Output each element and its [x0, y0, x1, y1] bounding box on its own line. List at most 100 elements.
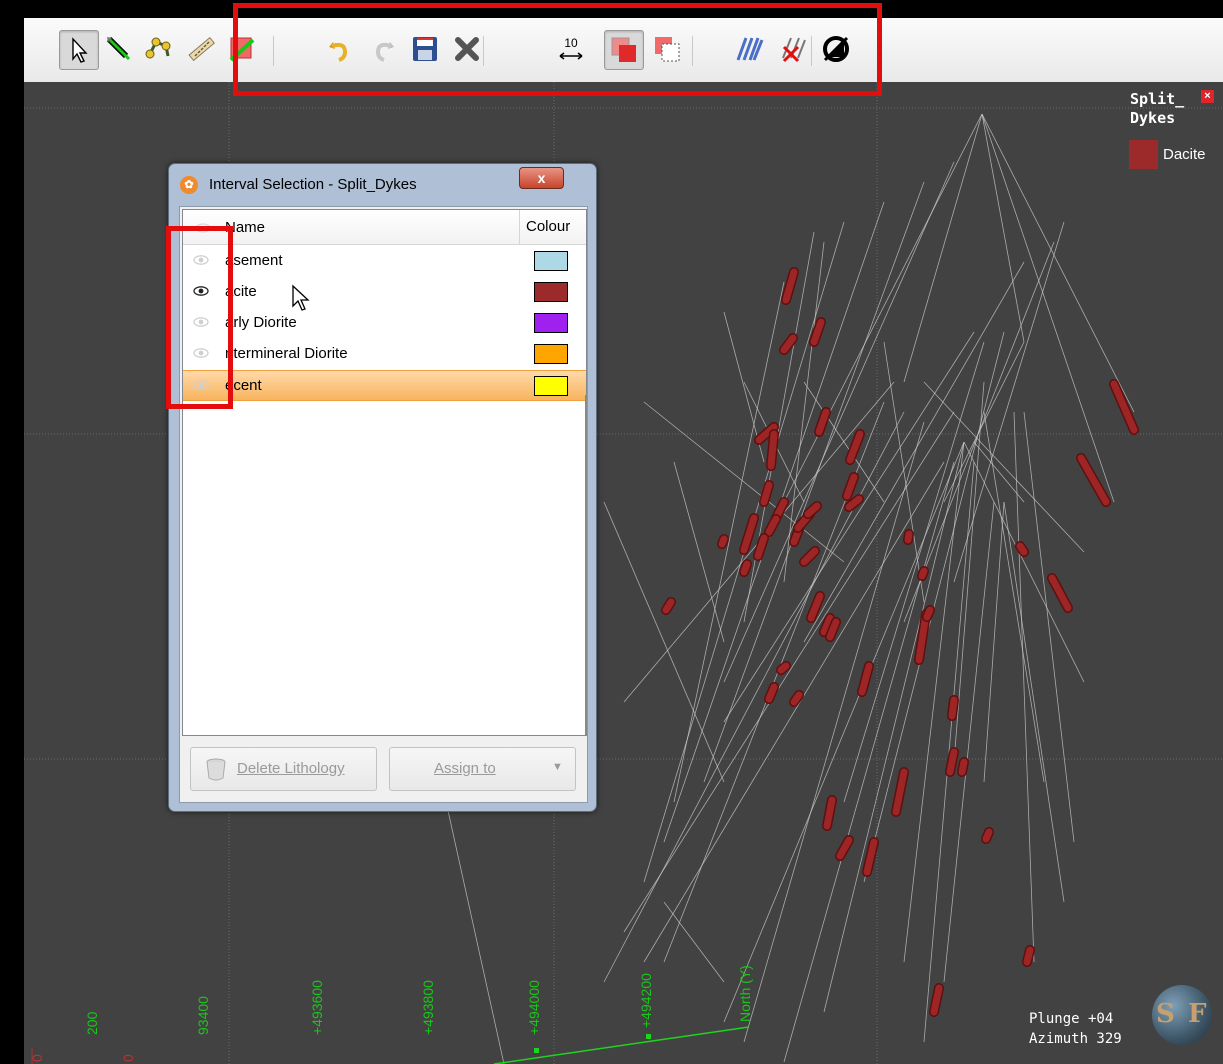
- dacite-interval: [923, 606, 934, 621]
- lithology-list[interactable]: Name Colour asement acite arly Diorite nter…: [182, 209, 587, 736]
- dacite-interval: [1016, 542, 1028, 556]
- dacite-interval: [765, 683, 778, 703]
- column-header-colour[interactable]: Colour: [519, 210, 570, 244]
- dacite-interval: [1110, 380, 1138, 434]
- drillhole-trace: [963, 441, 1085, 683]
- dacite-interval: [718, 535, 728, 548]
- dacite-interval: [948, 696, 958, 720]
- legend-close-icon[interactable]: ×: [1201, 90, 1214, 103]
- pencil-draw-button[interactable]: [100, 30, 138, 68]
- delete-lithology-label: Delete Lithology: [237, 760, 345, 777]
- drillhole-trace: [723, 161, 955, 683]
- drillhole-trace: [743, 421, 925, 1043]
- drillhole-trace: [673, 461, 725, 643]
- lithology-row[interactable]: ntermineral Diorite: [183, 339, 586, 370]
- drillhole-trace: [953, 221, 1065, 583]
- mouse-cursor-icon: [292, 284, 310, 311]
- drillhole-trace: [923, 381, 1085, 553]
- pencil-draw-icon: [106, 36, 131, 61]
- dacite-interval: [892, 768, 908, 816]
- list-header: Name Colour: [183, 210, 586, 245]
- drillhole-trace: [981, 113, 1025, 343]
- polyline-edit-button[interactable]: [140, 30, 178, 68]
- drillhole-trace: [983, 501, 1005, 783]
- lithology-colour-swatch[interactable]: [534, 251, 568, 271]
- lithology-row[interactable]: acite: [183, 277, 586, 308]
- lithology-colour-swatch[interactable]: [534, 344, 568, 364]
- navigation-globe-icon[interactable]: S F: [1152, 985, 1212, 1045]
- dacite-interval: [982, 828, 993, 843]
- lithology-name: arly Diorite: [225, 314, 297, 331]
- app-window: 10 Split_ Dykes × Dacite Plunge +04 Azim…: [2, 0, 1223, 1064]
- app-logo-icon: ✿: [180, 176, 198, 194]
- axis-tick-label: +494200: [638, 973, 654, 1028]
- axis-tick-marker: [534, 1048, 539, 1053]
- lithology-row[interactable]: ecent: [183, 370, 586, 401]
- dacite-interval: [1023, 946, 1034, 966]
- dacite-interval: [946, 748, 958, 776]
- highlight-toolbar-box: [233, 3, 882, 96]
- drillhole-trace: [843, 341, 985, 803]
- scrollbar[interactable]: [585, 395, 587, 735]
- legend-label: Dacite: [1163, 146, 1206, 163]
- globe-letter-f: F: [1188, 999, 1207, 1029]
- dacite-interval: [930, 984, 943, 1016]
- assign-to-dropdown[interactable]: Assign to ▼: [389, 747, 576, 791]
- dacite-interval: [904, 530, 913, 544]
- lithology-colour-swatch[interactable]: [534, 282, 568, 302]
- lithology-colour-swatch[interactable]: [534, 376, 568, 396]
- dacite-interval: [777, 662, 790, 674]
- drillhole-trace: [953, 381, 985, 763]
- legend-title: Split_ Dykes: [1130, 90, 1185, 127]
- trash-icon: [206, 758, 226, 781]
- lithology-colour-swatch[interactable]: [534, 313, 568, 333]
- highlight-visibility-box: [166, 226, 233, 409]
- select-arrow-button[interactable]: [59, 30, 99, 70]
- delete-lithology-button[interactable]: Delete Lithology: [190, 747, 377, 791]
- lithology-name: asement: [225, 252, 283, 269]
- drillhole-trace: [603, 501, 725, 783]
- drillhole-trace: [783, 113, 983, 503]
- drillhole-trace: [723, 331, 975, 723]
- axis-edge-label: 0: [120, 1054, 136, 1062]
- chevron-down-icon: ▼: [552, 761, 563, 773]
- axis-tick-label: +493800: [420, 980, 436, 1035]
- dacite-interval: [760, 481, 773, 506]
- drillhole-trace: [703, 181, 925, 783]
- dacite-interval: [807, 592, 824, 622]
- dacite-interval: [782, 268, 798, 304]
- axis-tick-label: 93400: [195, 996, 211, 1035]
- dacite-interval: [740, 514, 758, 554]
- dialog-title: Interval Selection - Split_Dykes: [209, 176, 417, 193]
- azimuth-text: Azimuth 329: [1029, 1031, 1122, 1047]
- drillhole-trace: [981, 113, 1115, 503]
- dacite-interval: [846, 430, 864, 464]
- globe-letter-s: S: [1156, 999, 1175, 1029]
- dacite-interval: [740, 560, 751, 576]
- dacite-interval: [918, 567, 928, 580]
- drillhole-trace: [1013, 411, 1035, 963]
- dacite-interval: [1077, 454, 1110, 506]
- lithology-row[interactable]: asement: [183, 246, 586, 277]
- axis-tick-marker: [646, 1034, 651, 1039]
- dialog-close-button[interactable]: x: [519, 167, 564, 189]
- ruler-button[interactable]: [182, 30, 220, 68]
- dacite-interval: [780, 334, 797, 354]
- drillhole-trace: [943, 341, 1025, 503]
- dacite-interval: [662, 598, 675, 614]
- drillhole-trace: [723, 441, 965, 1023]
- axis-tick-label: +494000: [526, 980, 542, 1035]
- dialog-titlebar[interactable]: ✿ Interval Selection - Split_Dykes x: [169, 164, 596, 206]
- lithology-row[interactable]: arly Diorite: [183, 308, 586, 339]
- dacite-interval: [790, 691, 803, 706]
- drillhole-trace: [803, 261, 1025, 643]
- drillhole-trace: [1023, 411, 1075, 843]
- dacite-interval: [800, 547, 819, 566]
- drillhole-trace: [1003, 501, 1065, 903]
- legend-swatch: [1129, 140, 1158, 169]
- dacite-interval: [767, 430, 778, 470]
- dacite-interval: [823, 796, 836, 830]
- axis-tick-label: +493600: [309, 980, 325, 1035]
- dacite-interval: [836, 836, 853, 860]
- drillhole-trace: [823, 441, 965, 1013]
